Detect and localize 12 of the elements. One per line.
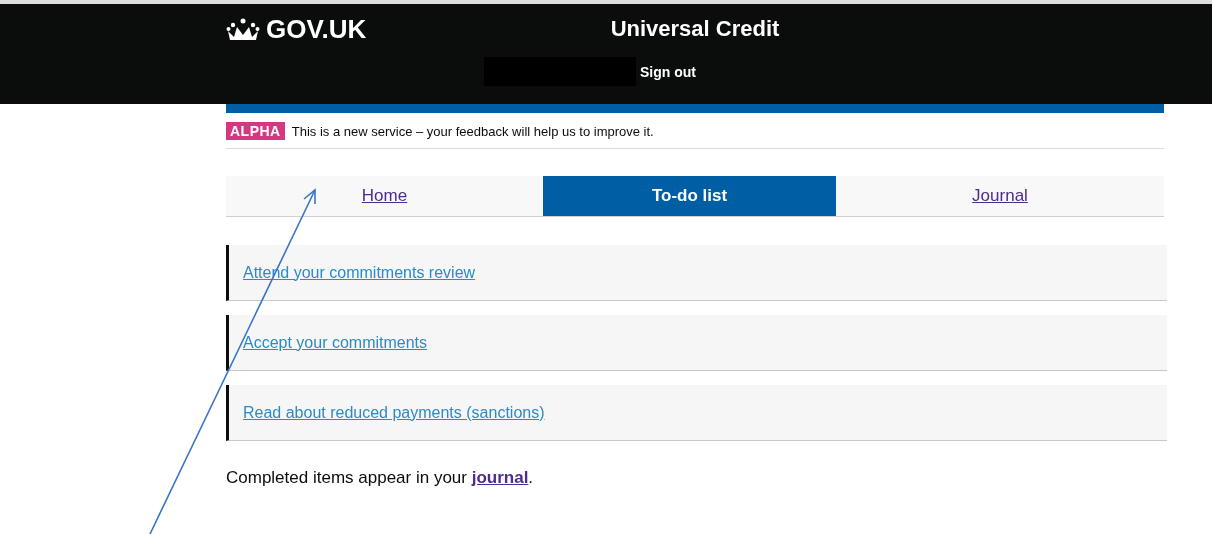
sign-out-link[interactable]: Sign out — [640, 63, 696, 80]
task-link[interactable]: Read about reduced payments (sanctions) — [243, 403, 545, 422]
journal-note: Completed items appear in your journal. — [226, 468, 535, 488]
site-logo[interactable]: GOV.UK — [266, 14, 367, 45]
service-name: Universal Credit — [610, 16, 780, 43]
nav-tab[interactable]: Journal — [836, 176, 1164, 216]
nav-tab[interactable]: Home — [226, 176, 543, 216]
crown-icon — [226, 17, 260, 42]
nav-tab[interactable]: To-do list — [543, 176, 836, 216]
phase-tag: ALPHA — [226, 122, 285, 140]
journal-link[interactable]: journal — [471, 468, 529, 487]
phase-message: This is a new service – your feedback will help us to improve it. — [291, 123, 654, 139]
